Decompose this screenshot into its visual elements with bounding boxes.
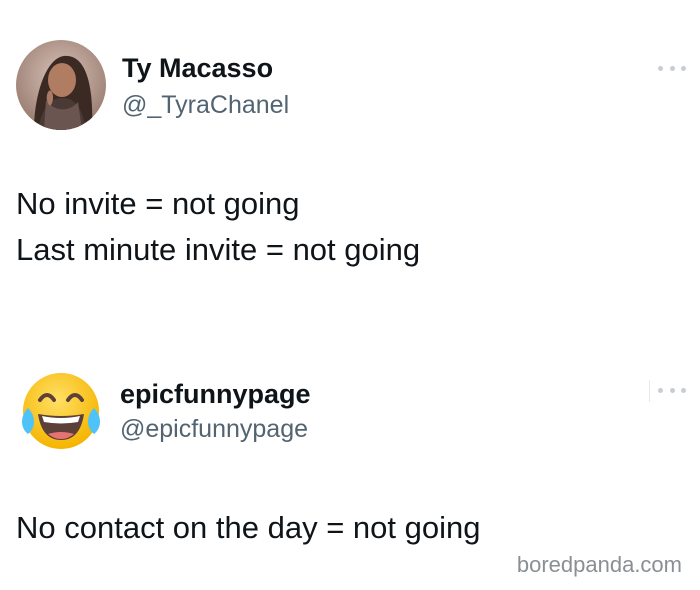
more-horizontal-icon[interactable]: [658, 384, 686, 396]
tweet-text-line: No contact on the day = not going: [16, 510, 481, 545]
display-name[interactable]: epicfunnypage: [120, 378, 311, 410]
divider: [649, 380, 650, 402]
profile-photo-icon: [16, 40, 106, 130]
watermark: boredpanda.com: [516, 552, 682, 577]
user-handle[interactable]: @_TyraChanel: [122, 90, 289, 120]
avatar[interactable]: [18, 368, 104, 454]
display-name[interactable]: Ty Macasso: [122, 52, 273, 84]
tweet-card: epicfunnypage @epicfunnypage No contact …: [0, 330, 700, 590]
tweet-text-line: No invite = not going: [16, 186, 300, 221]
more-horizontal-icon[interactable]: [658, 62, 686, 74]
face-with-tears-of-joy-icon: [22, 373, 100, 449]
user-handle[interactable]: @epicfunnypage: [120, 414, 308, 444]
avatar[interactable]: [16, 40, 106, 130]
tweet-card: Ty Macasso @_TyraChanel No invite = not …: [0, 0, 700, 300]
tweet-text-line: Last minute invite = not going: [16, 232, 421, 267]
